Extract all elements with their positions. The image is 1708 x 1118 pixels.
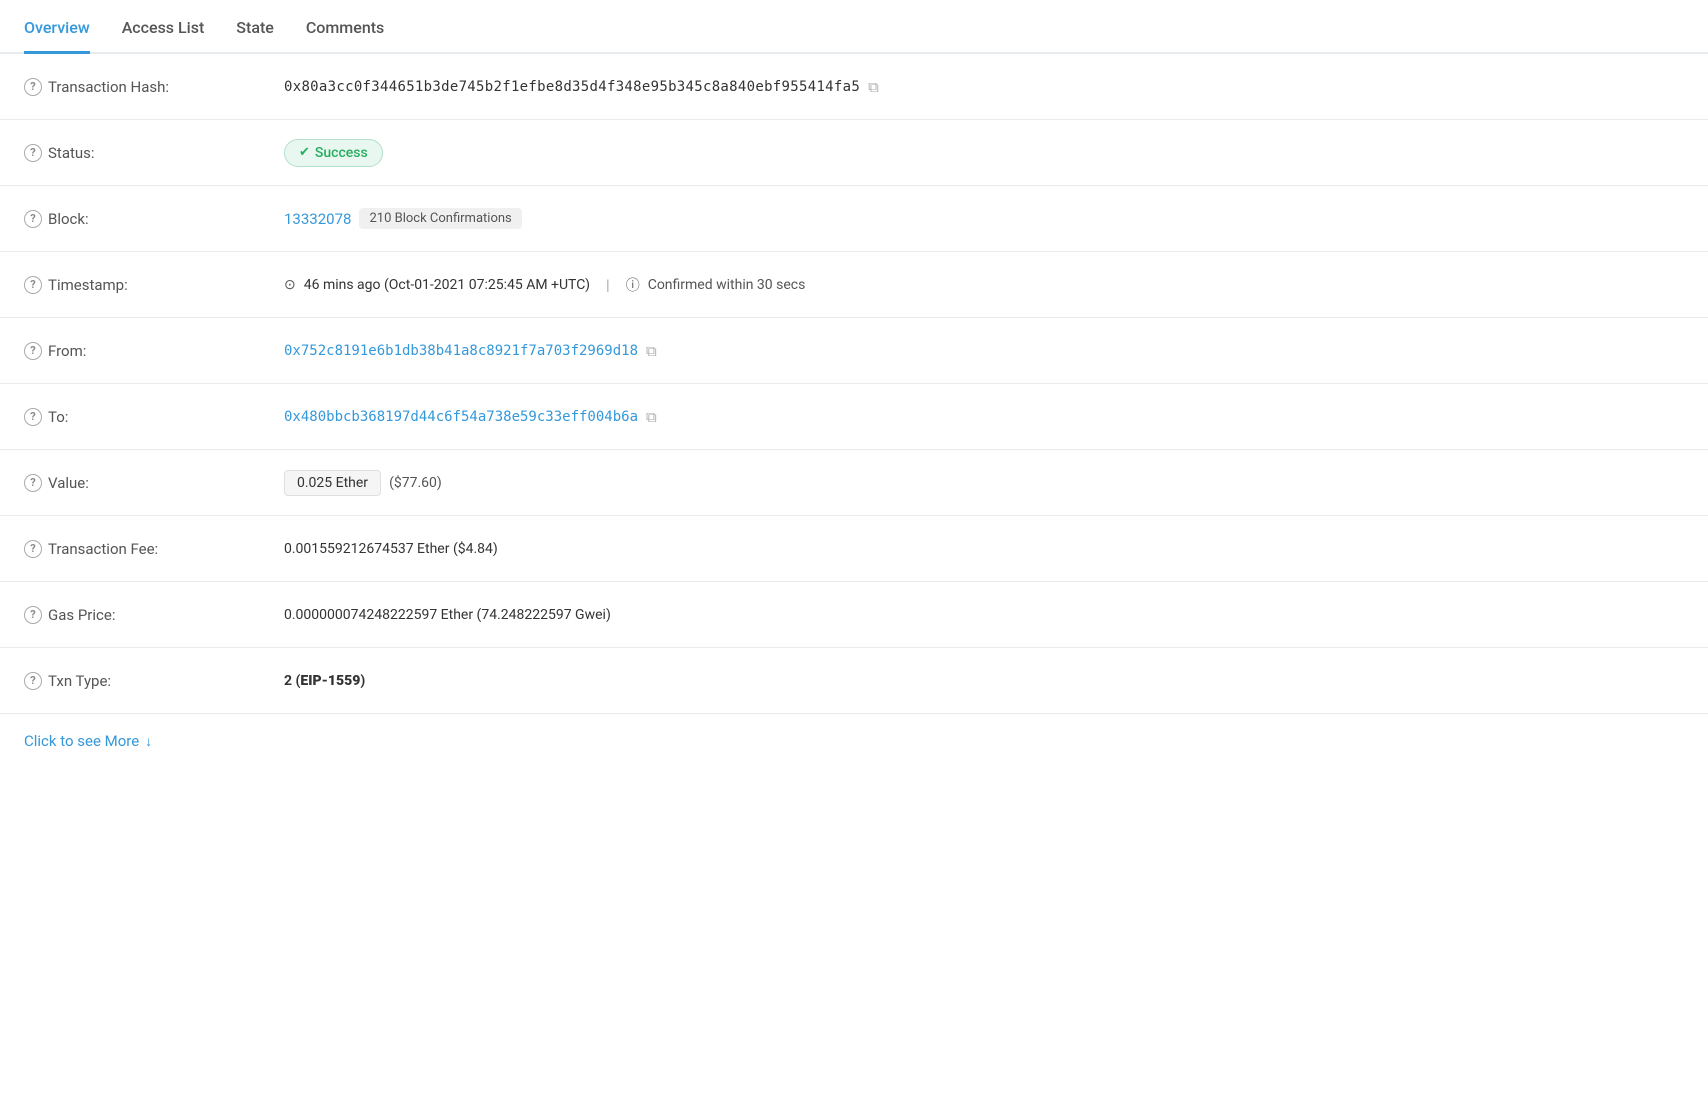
clock-icon: ⊙ [284,277,296,293]
status-badge: ✔ Success [284,139,383,167]
value-transaction-fee: 0.001559212674537 Ether ($4.84) [284,541,1684,557]
row-status: ? Status: ✔ Success [0,120,1708,186]
row-to: ? To: 0x480bbcb368197d44c6f54a738e59c33e… [0,384,1708,450]
label-timestamp: ? Timestamp: [24,276,284,294]
click-more-section: Click to see More ↓ [0,714,1708,768]
tab-bar: Overview Access List State Comments [0,0,1708,54]
label-txn-type: ? Txn Type: [24,672,284,690]
copy-transaction-hash-button[interactable]: ⧉ [868,78,879,96]
value-txn-type: 2 (EIP-1559) [284,673,1684,689]
value-value: 0.025 Ether ($77.60) [284,470,1684,496]
row-transaction-fee: ? Transaction Fee: 0.001559212674537 Eth… [0,516,1708,582]
help-icon-txn-type[interactable]: ? [24,672,42,690]
fee-text: 0.001559212674537 Ether ($4.84) [284,541,498,557]
label-to: ? To: [24,408,284,426]
row-gas-price: ? Gas Price: 0.000000074248222597 Ether … [0,582,1708,648]
label-block: ? Block: [24,210,284,228]
row-txn-type: ? Txn Type: 2 (EIP-1559) [0,648,1708,714]
copy-to-button[interactable]: ⧉ [646,408,657,426]
gas-price-text: 0.000000074248222597 Ether (74.248222597… [284,607,611,623]
copy-from-button[interactable]: ⧉ [646,342,657,360]
help-icon-transaction-fee[interactable]: ? [24,540,42,558]
help-icon-value[interactable]: ? [24,474,42,492]
help-icon-gas-price[interactable]: ? [24,606,42,624]
row-block: ? Block: 13332078 210 Block Confirmation… [0,186,1708,252]
label-transaction-hash: ? Transaction Hash: [24,78,284,96]
row-from: ? From: 0x752c8191e6b1db38b41a8c8921f7a7… [0,318,1708,384]
tab-overview[interactable]: Overview [24,18,90,54]
click-more-link[interactable]: Click to see More [24,732,139,750]
value-to: 0x480bbcb368197d44c6f54a738e59c33eff004b… [284,408,1684,426]
value-status: ✔ Success [284,139,1684,167]
label-value: ? Value: [24,474,284,492]
row-timestamp: ? Timestamp: ⊙ 46 mins ago (Oct-01-2021 … [0,252,1708,318]
tab-comments[interactable]: Comments [306,18,384,54]
success-check-icon: ✔ [299,145,310,160]
value-gas-price: 0.000000074248222597 Ether (74.248222597… [284,607,1684,623]
tab-state[interactable]: State [236,18,274,54]
confirmed-text: Confirmed within 30 secs [648,277,806,293]
value-timestamp: ⊙ 46 mins ago (Oct-01-2021 07:25:45 AM +… [284,275,1684,295]
txn-type-text: 2 (EIP-1559) [284,673,365,689]
info-icon: ⓘ [626,275,640,295]
label-transaction-fee: ? Transaction Fee: [24,540,284,558]
block-number-link[interactable]: 13332078 [284,210,351,228]
transaction-hash-value: 0x80a3cc0f344651b3de745b2f1efbe8d35d4f34… [284,79,860,95]
from-address-link[interactable]: 0x752c8191e6b1db38b41a8c8921f7a703f2969d… [284,343,638,359]
down-arrow-icon: ↓ [145,733,152,750]
value-block: 13332078 210 Block Confirmations [284,208,1684,229]
value-transaction-hash: 0x80a3cc0f344651b3de745b2f1efbe8d35d4f34… [284,78,1684,96]
help-icon-to[interactable]: ? [24,408,42,426]
to-address-link[interactable]: 0x480bbcb368197d44c6f54a738e59c33eff004b… [284,409,638,425]
timestamp-text: 46 mins ago (Oct-01-2021 07:25:45 AM +UT… [304,277,590,293]
row-value: ? Value: 0.025 Ether ($77.60) [0,450,1708,516]
help-icon-status[interactable]: ? [24,144,42,162]
value-from: 0x752c8191e6b1db38b41a8c8921f7a703f2969d… [284,342,1684,360]
label-from: ? From: [24,342,284,360]
help-icon-from[interactable]: ? [24,342,42,360]
help-icon-block[interactable]: ? [24,210,42,228]
tab-access-list[interactable]: Access List [122,18,205,54]
label-gas-price: ? Gas Price: [24,606,284,624]
help-icon-timestamp[interactable]: ? [24,276,42,294]
usd-value: ($77.60) [389,475,442,491]
confirmations-badge: 210 Block Confirmations [359,208,521,229]
timestamp-separator: | [606,276,610,294]
help-icon-transaction-hash[interactable]: ? [24,78,42,96]
ether-value-badge: 0.025 Ether [284,470,381,496]
label-status: ? Status: [24,144,284,162]
row-transaction-hash: ? Transaction Hash: 0x80a3cc0f344651b3de… [0,54,1708,120]
